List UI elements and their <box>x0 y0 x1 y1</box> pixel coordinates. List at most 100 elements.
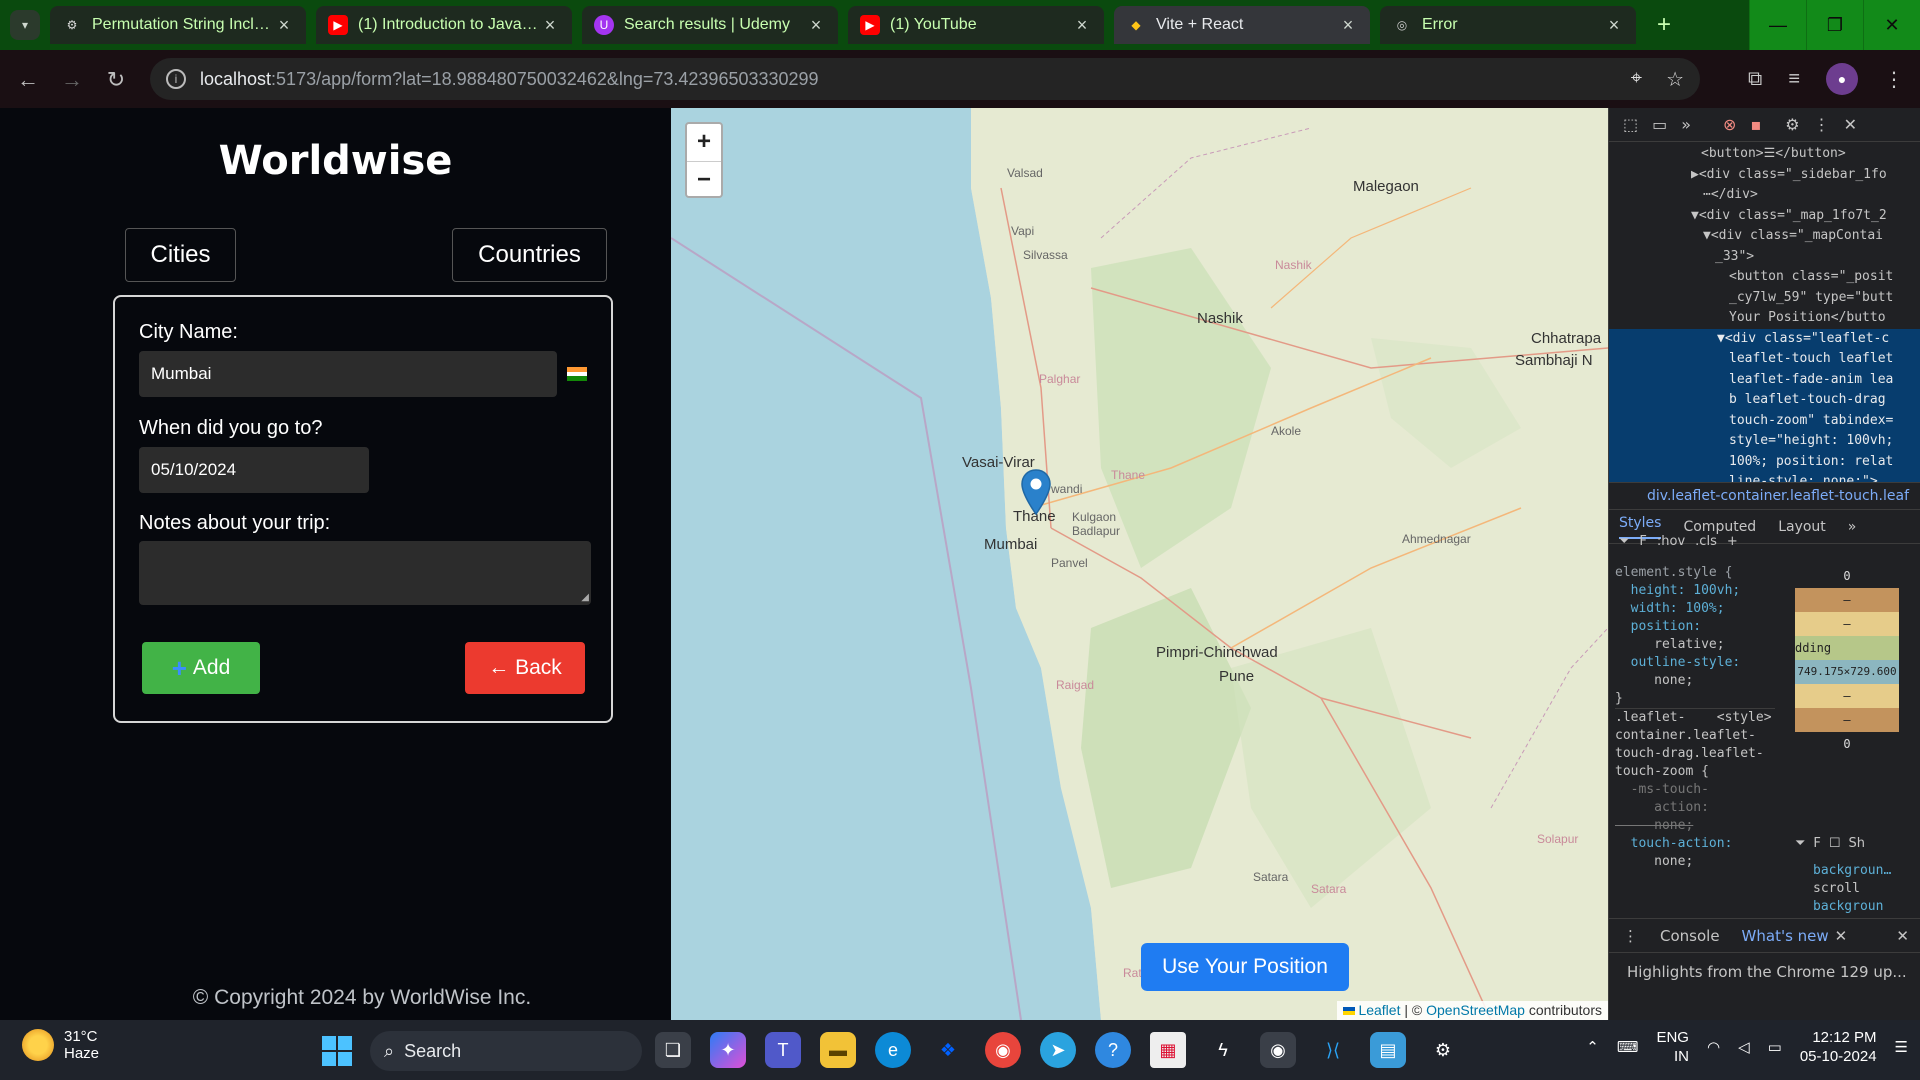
map-marker-icon[interactable] <box>1021 469 1051 515</box>
tab-search-button[interactable]: ▾ <box>10 10 40 40</box>
volume-icon[interactable]: ◁ <box>1738 1038 1750 1056</box>
close-tab-icon[interactable]: × <box>1072 15 1092 36</box>
tab-cities[interactable]: Cities <box>125 228 236 282</box>
dropbox-icon[interactable]: ❖ <box>930 1032 966 1068</box>
dom-breadcrumb[interactable]: div.leaflet-container.leaflet-touch.leaf <box>1609 482 1920 510</box>
settings-icon[interactable]: ⚙ <box>1425 1032 1461 1068</box>
close-tab-icon[interactable]: × <box>1604 15 1624 36</box>
chevron-up-icon[interactable]: ⌃ <box>1586 1038 1599 1056</box>
battery-icon[interactable]: ▭ <box>1768 1038 1782 1056</box>
add-rule-icon[interactable]: + <box>1727 534 1738 549</box>
help-icon[interactable]: ? <box>1095 1032 1131 1068</box>
browser-tab-vite[interactable]: ◆ Vite + React × <box>1114 6 1370 44</box>
close-drawer-icon[interactable]: ✕ <box>1896 927 1909 945</box>
tab-console[interactable]: Console <box>1660 927 1720 945</box>
task-view-icon[interactable]: ❏ <box>655 1032 691 1068</box>
style-decl[interactable]: none; <box>1615 853 1775 871</box>
style-decl[interactable]: position: <box>1615 618 1775 636</box>
dom-node-selected[interactable]: leaflet-touch leaflet <box>1609 349 1920 370</box>
settings-gear-icon[interactable]: ⚙ <box>1785 115 1799 134</box>
add-button[interactable]: + Add <box>142 642 260 694</box>
edge-icon[interactable]: e <box>875 1032 911 1068</box>
back-button[interactable]: ← Back <box>465 642 585 694</box>
dom-node[interactable]: ⋯</div> <box>1609 185 1920 206</box>
weather-widget[interactable]: 31°C Haze <box>22 1028 99 1062</box>
dom-node[interactable]: <button>☰</button> <box>1609 144 1920 165</box>
close-tab-icon[interactable]: × <box>1338 15 1358 36</box>
wifi-icon[interactable]: ◠ <box>1707 1038 1720 1056</box>
copilot-icon[interactable]: ✦ <box>710 1032 746 1068</box>
close-tab-icon[interactable]: × <box>806 15 826 36</box>
computed-prop[interactable]: backgroun <box>1813 898 1891 916</box>
clock[interactable]: 12:12 PM 05-10-2024 <box>1800 1028 1877 1066</box>
dom-node-selected[interactable]: b leaflet-touch-drag <box>1609 390 1920 411</box>
zoom-out-button[interactable]: − <box>687 161 721 198</box>
hov-toggle[interactable]: :hov <box>1657 534 1685 549</box>
leaflet-map[interactable]: + − Valsad Malegaon Vapi Silvassa Nashik… <box>671 108 1608 1020</box>
minimize-icon[interactable]: — <box>1749 0 1806 50</box>
browser-tab-permutation[interactable]: ⚙ Permutation String Inclusio × <box>50 6 306 44</box>
issues-badge-icon[interactable]: ▪ <box>1750 115 1761 134</box>
filter-icon[interactable]: ⏷ <box>1619 534 1629 549</box>
style-decl[interactable]: relative; <box>1615 636 1775 654</box>
taskbar-search[interactable]: ⌕ Search <box>370 1031 642 1071</box>
browser-tab-java[interactable]: ▶ (1) Introduction to Java + I × <box>316 6 572 44</box>
url-bar[interactable]: i localhost:5173/app/form?lat=18.9884807… <box>150 58 1700 100</box>
cls-toggle[interactable]: .cls <box>1695 534 1717 549</box>
vscode-icon[interactable]: ⟩⟨ <box>1315 1032 1351 1068</box>
close-window-icon[interactable]: ✕ <box>1863 0 1920 50</box>
filter-icon[interactable]: ⏷ <box>1795 836 1805 851</box>
dom-node[interactable]: <button class="_posit <box>1609 267 1920 288</box>
reload-icon[interactable]: ↻ <box>102 66 130 94</box>
keyboard-icon[interactable]: ⌨ <box>1617 1038 1639 1056</box>
browser-tab-error[interactable]: ◎ Error × <box>1380 6 1636 44</box>
terminal-icon[interactable]: ϟ <box>1205 1032 1241 1068</box>
bookmark-star-icon[interactable]: ☆ <box>1666 67 1684 92</box>
teams-icon[interactable]: T <box>765 1032 801 1068</box>
browser-tab-udemy[interactable]: U Search results | Udemy × <box>582 6 838 44</box>
error-badge-icon[interactable]: ⊗ <box>1723 115 1736 134</box>
close-tab-icon[interactable]: × <box>274 15 294 36</box>
location-pin-icon[interactable]: ⌖ <box>1631 67 1642 92</box>
notes-textarea[interactable]: ◢ <box>139 541 591 605</box>
chrome-active-icon[interactable]: ◉ <box>1260 1032 1296 1068</box>
dom-node-selected[interactable]: style="height: 100vh; <box>1609 431 1920 452</box>
computed-list[interactable]: backgroun… scroll backgroun <box>1813 862 1891 916</box>
dom-node-selected[interactable]: leaflet-fade-anim lea <box>1609 369 1920 390</box>
windows-start-icon[interactable] <box>322 1036 352 1066</box>
style-decl[interactable]: width: 100%; <box>1615 600 1775 618</box>
restore-icon[interactable]: ❐ <box>1806 0 1863 50</box>
media-control-icon[interactable]: ≡ <box>1788 68 1800 91</box>
tab-countries[interactable]: Countries <box>452 228 607 282</box>
computed-prop[interactable]: backgroun… <box>1813 862 1891 880</box>
more-panels-icon[interactable]: » <box>1681 115 1691 134</box>
site-info-icon[interactable]: i <box>166 69 186 89</box>
tab-computed[interactable]: Computed <box>1683 519 1756 535</box>
dom-node-selected[interactable]: 100%; position: relat <box>1609 451 1920 472</box>
dom-node[interactable]: ▼<div class="_map_1fo7t_2 <box>1609 206 1920 227</box>
style-decl[interactable]: height: 100vh; <box>1615 582 1775 600</box>
devtools-menu-icon[interactable]: ⋮ <box>1814 115 1830 134</box>
dom-node[interactable]: Your Position</butto <box>1609 308 1920 329</box>
close-tab-icon[interactable]: × <box>540 15 560 36</box>
inspect-element-icon[interactable]: ⬚ <box>1623 115 1638 134</box>
back-arrow-icon[interactable]: ← <box>14 66 42 94</box>
new-tab-button[interactable]: + <box>1650 12 1678 40</box>
dom-node[interactable]: _cy7lw_59" type="butt <box>1609 288 1920 309</box>
language-indicator[interactable]: ENG IN <box>1656 1028 1689 1066</box>
more-tabs-icon[interactable]: » <box>1848 519 1857 535</box>
device-toolbar-icon[interactable]: ▭ <box>1652 115 1667 134</box>
leaflet-link[interactable]: Leaflet <box>1358 1002 1400 1018</box>
zoom-in-button[interactable]: + <box>687 124 721 161</box>
dom-node-selected[interactable]: ▼<div class="leaflet-c <box>1609 328 1920 349</box>
show-all-checkbox[interactable]: ☐ <box>1829 836 1841 851</box>
resize-grip-icon[interactable]: ◢ <box>581 592 589 603</box>
city-name-input[interactable]: Mumbai <box>139 351 557 397</box>
style-decl[interactable]: action: <box>1615 799 1775 817</box>
dom-node-selected[interactable]: touch-zoom" tabindex= <box>1609 410 1920 431</box>
osm-link[interactable]: OpenStreetMap <box>1426 1002 1525 1018</box>
browser-tab-youtube[interactable]: ▶ (1) YouTube × <box>848 6 1104 44</box>
style-decl[interactable]: touch-action: <box>1615 835 1775 853</box>
elements-tree[interactable]: <button>☰</button> ▶<div class="_sidebar… <box>1609 142 1920 482</box>
style-decl[interactable]: none; <box>1615 817 1775 835</box>
